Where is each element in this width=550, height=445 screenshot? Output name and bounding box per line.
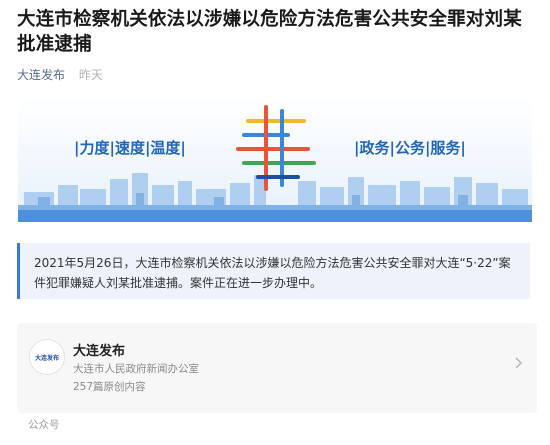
banner-right-slogan: |政务|公务|服务| <box>354 139 466 158</box>
account-type-label: 公众号 <box>28 419 60 431</box>
account-avatar: 大连发布 <box>29 339 65 375</box>
article-title: 大连市检察机关依法以涉嫌以危险方法危害公共安全罪对刘某批准逮捕 <box>17 9 522 55</box>
account-article-count: 257篇原创内容 <box>73 381 146 393</box>
account-logo-text: 大连发布 <box>34 354 59 362</box>
account-name: 大连发布 <box>73 344 126 359</box>
article-source-link[interactable]: 大连发布 <box>17 68 65 82</box>
chevron-right-icon[interactable] <box>515 357 523 369</box>
account-card[interactable]: 大连发布 大连发布 大连市人民政府新闻办公室 257篇原创内容 <box>17 323 537 413</box>
article-meta: 大连发布 昨天 <box>17 66 103 83</box>
notice-text: 2021年5月26日，大连市检察机关依法以涉嫌以危险方法危害公共安全罪对大连“5… <box>34 256 511 290</box>
header-banner-image: |力度|速度|温度| |政务|公务|服务| <box>18 97 532 222</box>
account-description: 大连市人民政府新闻办公室 <box>73 363 199 375</box>
article-time: 昨天 <box>78 68 103 82</box>
article-notice: 2021年5月26日，大连市检察机关依法以涉嫌以危险方法危害公共安全罪对大连“5… <box>17 243 530 299</box>
banner-left-slogan: |力度|速度|温度| <box>74 139 186 158</box>
